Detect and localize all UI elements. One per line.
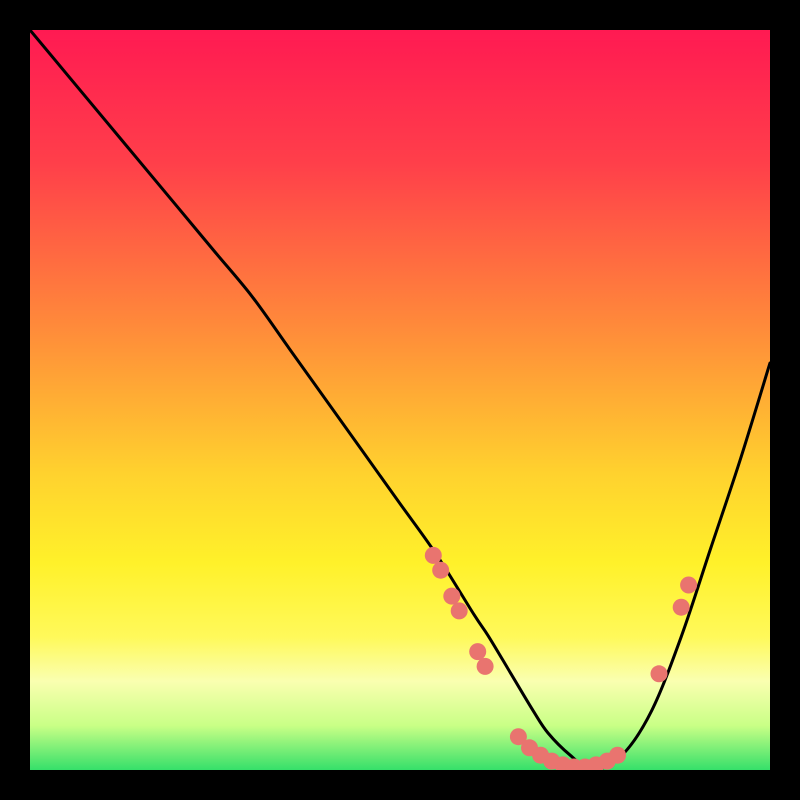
- data-marker: [451, 602, 468, 619]
- data-marker: [432, 562, 449, 579]
- data-marker: [469, 643, 486, 660]
- data-marker: [443, 588, 460, 605]
- data-marker: [651, 665, 668, 682]
- bottleneck-chart: [30, 30, 770, 770]
- data-marker: [477, 658, 494, 675]
- data-marker: [425, 547, 442, 564]
- data-marker: [680, 577, 697, 594]
- data-marker: [609, 747, 626, 764]
- gradient-background: [30, 30, 770, 770]
- chart-frame: TheBottleneck.com: [30, 30, 770, 770]
- data-marker: [673, 599, 690, 616]
